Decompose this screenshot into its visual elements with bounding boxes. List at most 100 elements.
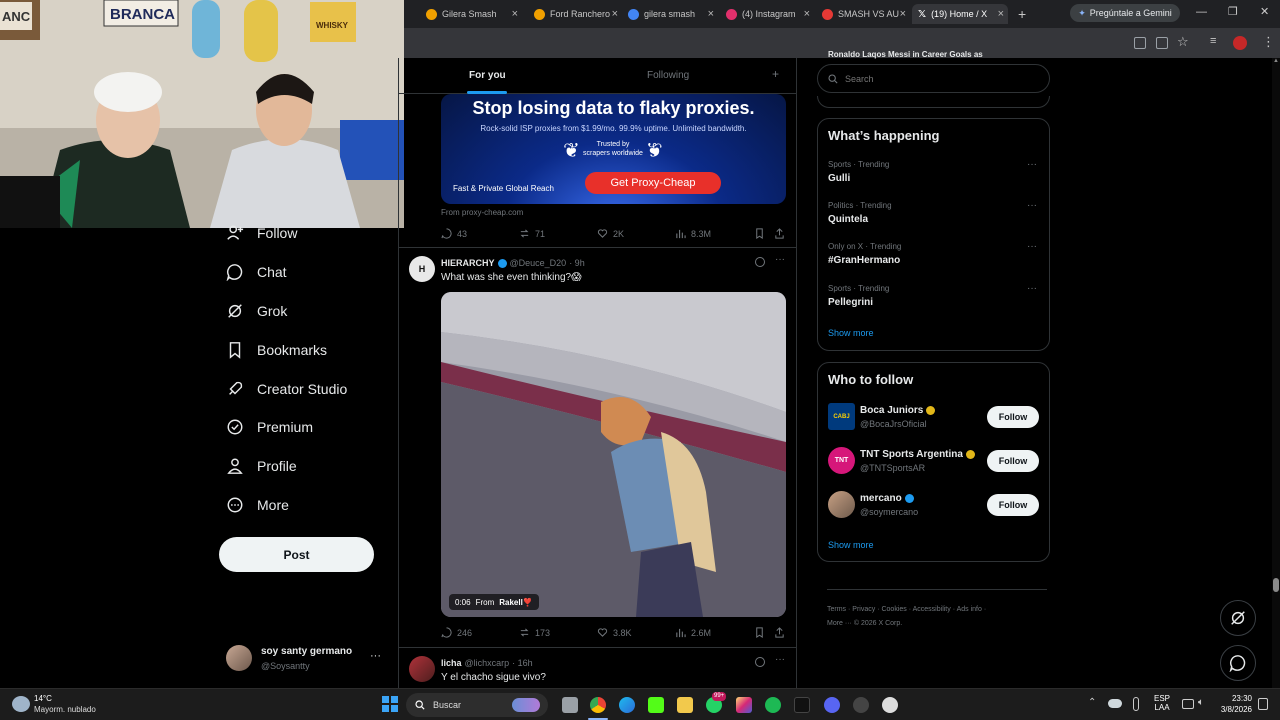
footer-link-privacy[interactable]: Privacy <box>852 606 875 613</box>
grok-floating-button[interactable] <box>1220 600 1256 636</box>
nav-item-more[interactable]: More <box>226 496 289 514</box>
trend-more-button[interactable]: ··· <box>1027 283 1037 294</box>
grok-app-icon[interactable] <box>853 697 869 713</box>
post-avatar[interactable]: H <box>409 256 435 282</box>
add-feed-button[interactable]: + <box>772 67 779 81</box>
profile-avatar-icon[interactable] <box>1233 36 1247 50</box>
minimize-button[interactable]: — <box>1196 6 1207 18</box>
volume-icon[interactable]: 🔈︎ <box>1198 697 1204 708</box>
tab-close-icon[interactable]: × <box>612 8 618 20</box>
follow-button[interactable]: Follow <box>987 406 1039 428</box>
post-more-button[interactable]: ··· <box>775 254 785 265</box>
follow-name[interactable]: Boca Juniors <box>860 405 936 416</box>
windows-start-icon[interactable] <box>382 696 398 712</box>
browser-tab-gilera-smash[interactable]: Gilera Smash × <box>420 4 522 24</box>
spotify-icon[interactable] <box>765 697 781 713</box>
nav-item-creator-studio[interactable]: Creator Studio <box>226 380 347 398</box>
follow-avatar-boca[interactable]: CABJ <box>828 403 855 430</box>
video-source[interactable]: Rakell❣️ <box>499 598 533 607</box>
nav-item-profile[interactable]: Profile <box>226 457 297 475</box>
footer-link-cookies[interactable]: Cookies <box>881 606 906 613</box>
nav-item-premium[interactable]: Premium <box>226 418 313 436</box>
nav-item-follow[interactable]: Follow <box>226 224 297 242</box>
browser-tab-instagram[interactable]: (4) Instagram × <box>720 4 814 24</box>
follow-button[interactable]: Follow <box>987 450 1039 472</box>
post-time[interactable]: · 16h <box>512 658 533 668</box>
reading-list-icon[interactable]: ≡ <box>1210 35 1216 47</box>
grok-explain-icon[interactable] <box>755 257 765 267</box>
task-view-icon[interactable] <box>562 697 578 713</box>
ad-cta-button[interactable]: Get Proxy-Cheap <box>585 172 721 194</box>
ad-source[interactable]: From proxy-cheap.com <box>441 208 523 217</box>
scrollbar-thumb[interactable] <box>1273 578 1279 592</box>
footer-link-accessibility[interactable]: Accessibility <box>913 606 951 613</box>
reply-button[interactable]: 246 <box>441 627 472 638</box>
tiktok-icon[interactable] <box>794 697 810 713</box>
views-button[interactable]: 8.3M <box>675 228 711 239</box>
discord-icon[interactable] <box>824 697 840 713</box>
search-input[interactable] <box>845 73 1035 84</box>
new-tab-button[interactable]: + <box>1012 4 1032 24</box>
language-indicator[interactable]: ESP LAA <box>1154 694 1170 712</box>
page-scrollbar[interactable]: ▲ <box>1272 58 1280 688</box>
footer-link-terms[interactable]: Terms <box>827 606 846 613</box>
follow-name[interactable]: mercano <box>860 493 914 504</box>
trend-more-button[interactable]: ··· <box>1027 200 1037 211</box>
tab-for-you[interactable]: For you <box>469 70 506 81</box>
post-avatar[interactable] <box>409 656 435 682</box>
clock-date[interactable]: 3/8/2026 <box>1206 705 1252 714</box>
bookmark-star-icon[interactable]: ☆ <box>1177 34 1189 50</box>
like-button[interactable]: 3.8K <box>597 627 632 638</box>
browser-tab-ford-ranchero[interactable]: Ford Ranchero × <box>528 4 622 24</box>
trend-more-button[interactable]: ··· <box>1027 241 1037 252</box>
messages-floating-button[interactable] <box>1220 645 1256 681</box>
tab-close-icon[interactable]: × <box>998 8 1004 20</box>
tab-close-icon[interactable]: × <box>708 8 714 20</box>
account-menu-button[interactable]: ··· <box>370 650 381 662</box>
bookmark-button[interactable] <box>754 627 765 638</box>
onedrive-icon[interactable] <box>1108 699 1122 708</box>
follow-button[interactable]: Follow <box>987 494 1039 516</box>
weather-desc[interactable]: Mayorm. nublado <box>34 705 96 714</box>
trend-item[interactable]: Only on X · Trending #GranHermano <box>828 242 901 266</box>
post-author-handle[interactable]: @lichxcarp <box>465 658 510 668</box>
share-button[interactable] <box>774 228 785 239</box>
cast-icon[interactable] <box>1156 37 1168 49</box>
repost-button[interactable]: 71 <box>519 228 545 239</box>
edge-icon[interactable] <box>619 697 635 713</box>
trend-more-button[interactable]: ··· <box>1027 159 1037 170</box>
scroll-up-arrow-icon[interactable]: ▲ <box>1273 58 1279 66</box>
post-author-handle[interactable]: @Deuce_D20 <box>510 258 567 268</box>
nav-item-bookmarks[interactable]: Bookmarks <box>226 341 327 359</box>
chrome-menu-icon[interactable]: ⋮ <box>1262 34 1275 50</box>
tab-close-icon[interactable]: × <box>804 8 810 20</box>
taskbar-search-box[interactable]: Buscar <box>406 693 548 717</box>
show-more-trends-link[interactable]: Show more <box>828 328 874 338</box>
chrome-icon[interactable] <box>590 697 606 713</box>
instagram-icon[interactable] <box>736 697 752 713</box>
share-button[interactable] <box>774 627 785 638</box>
nav-item-chat[interactable]: Chat <box>226 263 287 281</box>
translate-icon[interactable] <box>1134 37 1146 49</box>
follow-name[interactable]: TNT Sports Argentina <box>860 449 975 460</box>
clock[interactable]: 23:30 <box>1226 694 1252 703</box>
post-video[interactable]: 0:06 From Rakell❣️ <box>441 292 786 617</box>
bookmark-button[interactable] <box>754 228 765 239</box>
follow-avatar-tnt[interactable]: TNT <box>828 447 855 474</box>
post-time[interactable]: · 9h <box>569 258 585 268</box>
nav-item-grok[interactable]: Grok <box>226 302 287 320</box>
search-box[interactable] <box>817 64 1050 93</box>
browser-tab-youtube[interactable]: SMASH VS AU × <box>816 4 910 24</box>
browser-tab-x-home[interactable]: 𝕏 (19) Home / X × <box>912 4 1008 24</box>
tab-following[interactable]: Following <box>647 70 689 81</box>
microphone-icon[interactable] <box>1133 697 1139 711</box>
tab-close-icon[interactable]: × <box>512 8 518 20</box>
show-hidden-icons-button[interactable]: ⌃ <box>1088 697 1096 708</box>
grok-explain-icon[interactable] <box>755 657 765 667</box>
reply-button[interactable]: 43 <box>441 228 467 239</box>
weather-temp[interactable]: 14°C <box>34 694 52 703</box>
post-button[interactable]: Post <box>219 537 374 572</box>
post-author-name[interactable]: licha <box>441 658 462 668</box>
show-more-follow-link[interactable]: Show more <box>828 540 874 550</box>
tab-close-icon[interactable]: × <box>900 8 906 20</box>
